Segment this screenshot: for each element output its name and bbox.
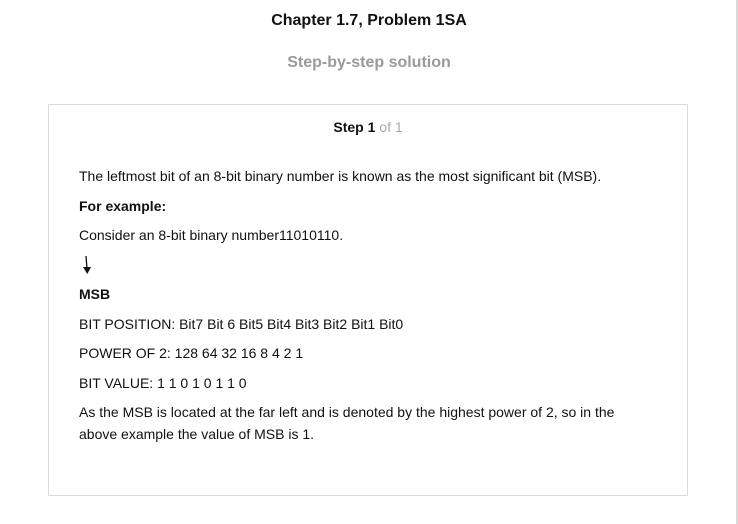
step-total: of 1 [379, 119, 403, 135]
conclusion-text: As the MSB is located at the far left an… [79, 404, 615, 442]
intro-text: The leftmost bit of an 8-bit binary numb… [79, 168, 602, 184]
step-label: Step [333, 119, 364, 135]
down-arrow-icon [83, 255, 91, 274]
step-indicator: Step 1 of 1 [49, 119, 687, 135]
msb-label: MSB [79, 286, 111, 302]
power-of-2-row: POWER OF 2: 128 64 32 16 8 4 2 1 [79, 345, 304, 361]
solution-content: The leftmost bit of an 8-bit binary numb… [79, 165, 639, 445]
solution-subtitle: Step-by-step solution [287, 54, 451, 71]
chapter-title: Chapter 1.7, Problem 1SA [271, 12, 467, 29]
solution-card: Step 1 of 1 The leftmost bit of an 8-bit… [48, 104, 688, 496]
consider-text: Consider an 8-bit binary number11010110. [79, 227, 344, 243]
step-number: 1 [367, 119, 376, 135]
example-heading: For example: [79, 197, 167, 214]
bit-value-row: BIT VALUE: 1 1 0 1 0 1 1 0 [79, 374, 247, 391]
bit-position-row: BIT POSITION: Bit7 Bit 6 Bit5 Bit4 Bit3 … [79, 315, 404, 332]
